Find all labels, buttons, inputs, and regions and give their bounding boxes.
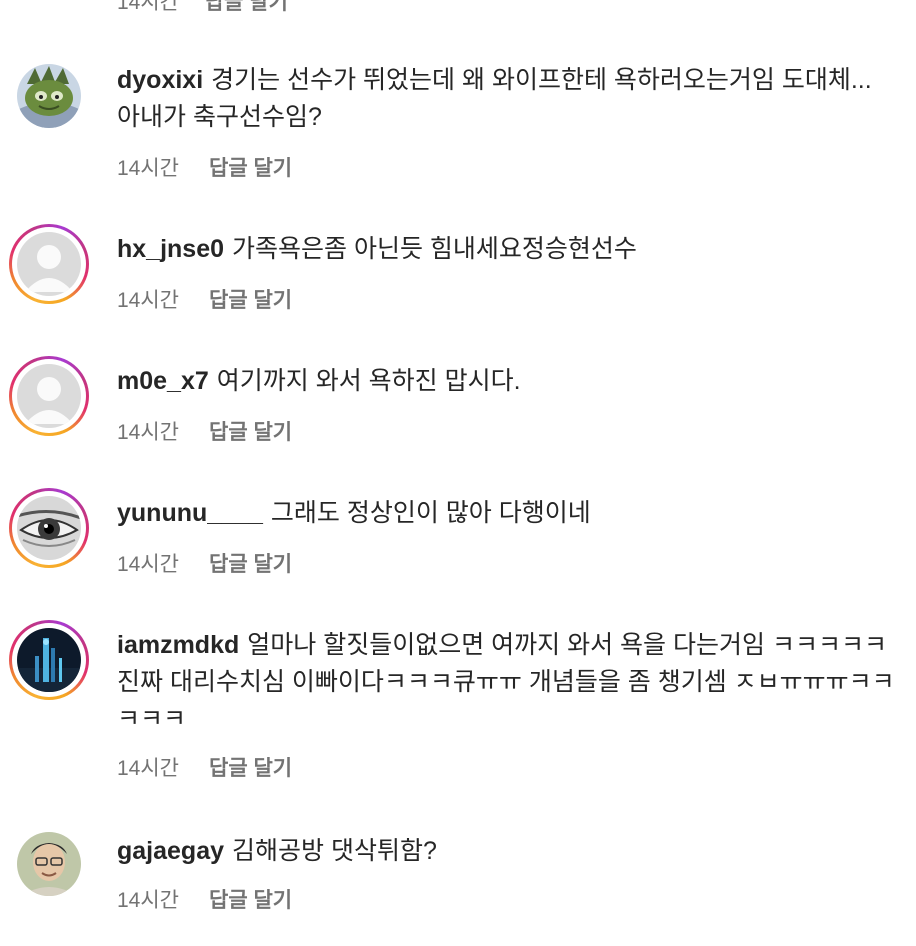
comment-meta: 14시간 답글 달기 (117, 884, 292, 914)
reply-button[interactable]: 답글 달기 (209, 157, 292, 180)
comment-username[interactable]: hx_jnse0 (117, 235, 224, 263)
comment-meta: 14시간 답글 달기 (117, 152, 292, 182)
comment-text: 가족욕은좀 아닌듯 힘내세요정승현선수 (232, 235, 637, 263)
comment-meta: 14시간 답글 달기 (117, 284, 292, 314)
avatar (17, 364, 81, 428)
comment-meta: 14시간 답글 달기 (117, 548, 292, 578)
comment-username[interactable]: dyoxixi (117, 66, 203, 94)
comment-time: 14시간 (117, 889, 179, 912)
comment-text: 여기까지 와서 욕하진 맙시다. (216, 367, 521, 395)
default-avatar-icon (17, 232, 81, 296)
reply-button[interactable]: 답글 달기 (205, 0, 288, 14)
comment-text: 경기는 선수가 뛰었는데 왜 와이프한테 욕하러오는거임 도대체... 아내가 … (117, 66, 872, 131)
comment-body: m0e_x7 여기까지 와서 욕하진 맙시다. (117, 363, 897, 400)
story-ring[interactable] (9, 488, 89, 568)
avatar (17, 496, 81, 560)
avatar[interactable] (17, 64, 81, 128)
person-photo-avatar-icon (17, 832, 81, 896)
eye-avatar-icon (17, 496, 81, 560)
default-avatar-icon (17, 364, 81, 428)
reply-button[interactable]: 답글 달기 (209, 553, 292, 576)
comment-body: yununu____ 그래도 정상인이 많아 다행이네 (117, 495, 897, 532)
reply-button[interactable]: 답글 달기 (209, 289, 292, 312)
avatar[interactable] (17, 832, 81, 896)
comment-time: 14시간 (117, 0, 179, 14)
night-city-avatar-icon (17, 628, 81, 692)
comment-text: 그래도 정상인이 많아 다행이네 (270, 499, 591, 527)
avatar (17, 232, 81, 296)
cartoon-avatar-icon (17, 64, 81, 128)
comment-body: hx_jnse0 가족욕은좀 아닌듯 힘내세요정승현선수 (117, 231, 897, 268)
comment-text: 김해공방 댓삭튀함? (232, 837, 437, 865)
avatar (17, 628, 81, 692)
comment-time: 14시간 (117, 157, 179, 180)
comment-username[interactable]: gajaegay (117, 837, 224, 865)
comment-body: dyoxixi 경기는 선수가 뛰었는데 왜 와이프한테 욕하러오는거임 도대체.… (117, 62, 897, 136)
comment-time: 14시간 (117, 553, 179, 576)
comment-username[interactable]: yununu____ (117, 499, 263, 527)
story-ring[interactable] (9, 356, 89, 436)
story-ring[interactable] (9, 620, 89, 700)
comment-meta: 14시간 답글 달기 (117, 416, 292, 446)
comment-time: 14시간 (117, 421, 179, 444)
previous-comment-meta: 14시간 답글 달기 (117, 0, 308, 16)
comment-username[interactable]: iamzmdkd (117, 631, 239, 659)
comment-body: gajaegay 김해공방 댓삭튀함? (117, 833, 897, 870)
reply-button[interactable]: 답글 달기 (209, 421, 292, 444)
reply-button[interactable]: 답글 달기 (209, 889, 292, 912)
story-ring[interactable] (9, 224, 89, 304)
comment-body: iamzmdkd 얼마나 할짓들이없으면 여까지 와서 욕을 다는거임 ㅋㅋㅋㅋㅋ… (117, 627, 897, 738)
reply-button[interactable]: 답글 달기 (209, 757, 292, 780)
comment-username[interactable]: m0e_x7 (117, 367, 209, 395)
comment-time: 14시간 (117, 757, 179, 780)
comment-time: 14시간 (117, 289, 179, 312)
comment-meta: 14시간 답글 달기 (117, 752, 292, 782)
